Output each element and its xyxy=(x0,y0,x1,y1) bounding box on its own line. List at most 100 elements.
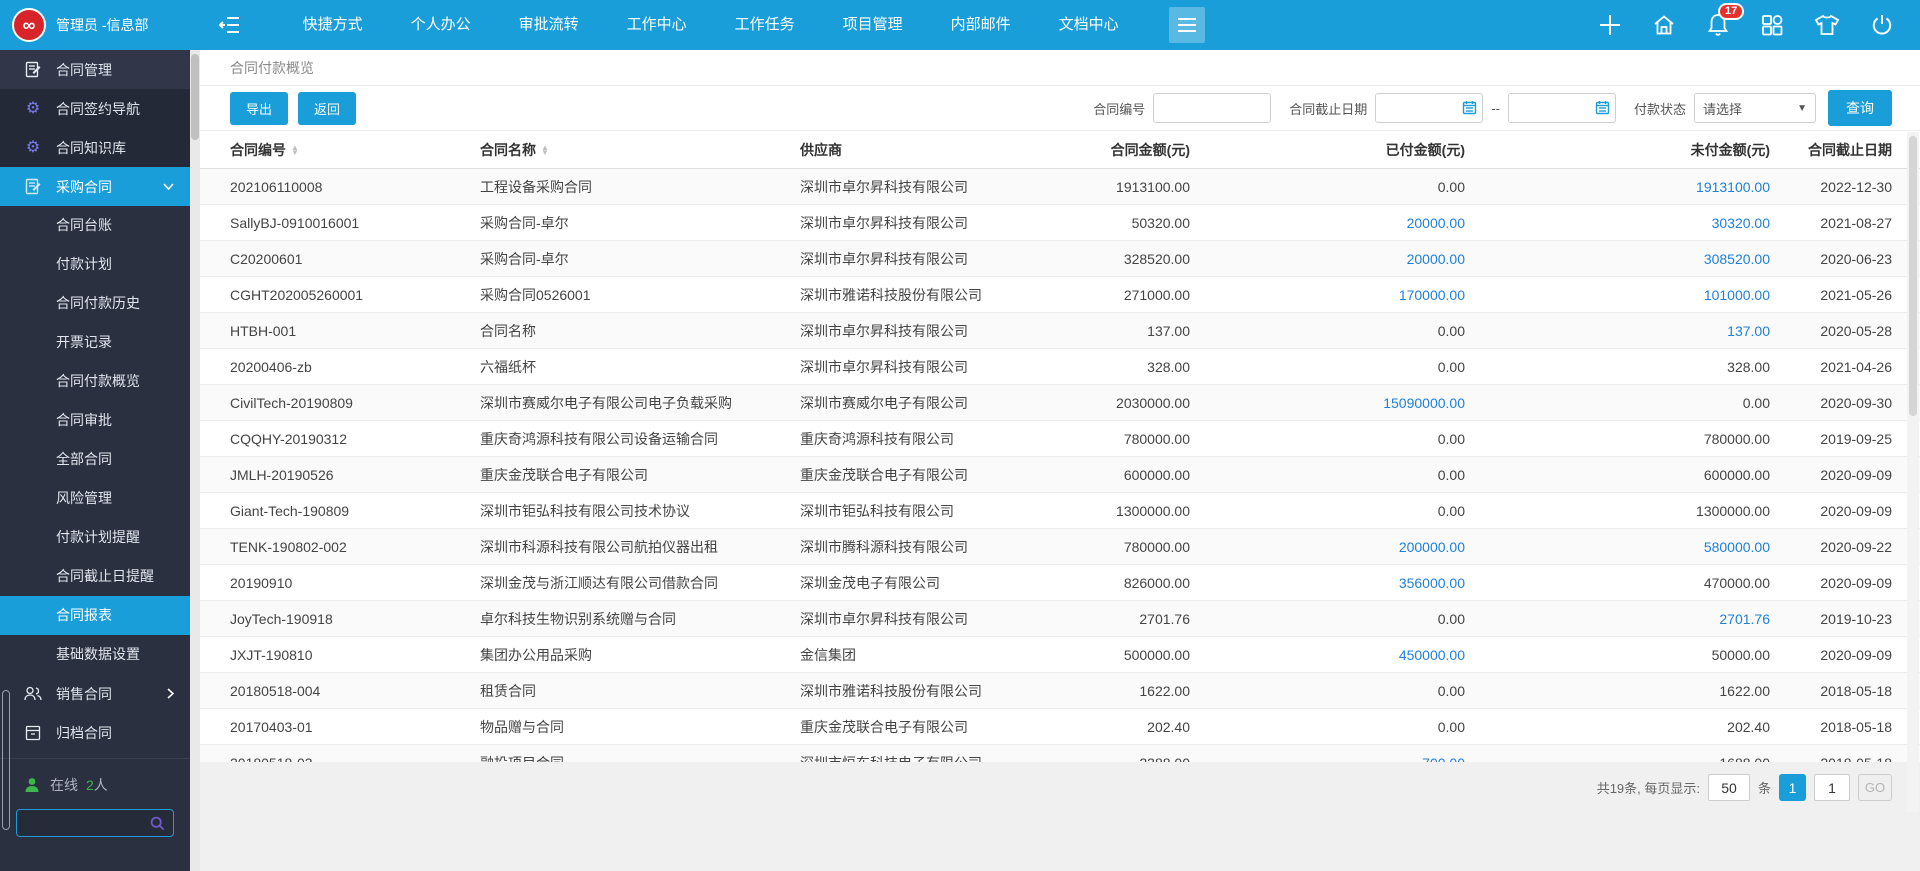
apps-grid-icon[interactable] xyxy=(1760,13,1784,37)
table-scrollbar[interactable] xyxy=(1907,132,1919,812)
submenu-item[interactable]: 开票记录 xyxy=(0,323,190,362)
submenu-item[interactable]: 基础数据设置 xyxy=(0,635,190,674)
sidebar-item-contract-management[interactable]: 合同管理 xyxy=(0,50,190,89)
cell-unpaid-amount[interactable]: 780000.00 xyxy=(1465,431,1770,447)
go-button[interactable]: GO xyxy=(1858,774,1892,801)
search-icon[interactable] xyxy=(150,816,165,831)
add-icon[interactable] xyxy=(1598,13,1622,37)
submenu-item[interactable]: 合同报表 xyxy=(0,596,190,635)
table-row[interactable]: 202106110008 工程设备采购合同 深圳市卓尔昇科技有限公司 19131… xyxy=(200,169,1920,205)
cell-paid-amount[interactable]: 0.00 xyxy=(1190,467,1465,483)
cell-unpaid-amount[interactable]: 470000.00 xyxy=(1465,575,1770,591)
scroll-thumb[interactable] xyxy=(1909,136,1917,416)
top-menu-item[interactable]: 工作任务 xyxy=(711,0,819,50)
cell-paid-amount[interactable]: 170000.00 xyxy=(1190,287,1465,303)
cell-unpaid-amount[interactable]: 308520.00 xyxy=(1465,251,1770,267)
table-row[interactable]: Giant-Tech-190809 深圳市钜弘科技有限公司技术协议 深圳市钜弘科… xyxy=(200,493,1920,529)
table-row[interactable]: C20200601 采购合同-卓尔 深圳市卓尔昇科技有限公司 328520.00… xyxy=(200,241,1920,277)
sort-icon[interactable]: ▲ ▼ xyxy=(291,143,299,156)
sidebar-item-purchase-contract[interactable]: 采购合同 xyxy=(0,167,190,206)
cell-paid-amount[interactable]: 450000.00 xyxy=(1190,647,1465,663)
table-row[interactable]: 20190910 深圳金茂与浙江顺达有限公司借款合同 深圳金茂电子有限公司 82… xyxy=(200,565,1920,601)
sidebar-collapse-icon[interactable] xyxy=(215,10,245,40)
page-size-input[interactable] xyxy=(1707,774,1750,801)
sidebar-item-contract-sign-nav[interactable]: ⚙ 合同签约导航 xyxy=(0,89,190,128)
cell-paid-amount[interactable]: 0.00 xyxy=(1190,359,1465,375)
submenu-item[interactable]: 风险管理 xyxy=(0,479,190,518)
export-button[interactable]: 导出 xyxy=(230,91,289,125)
cell-paid-amount[interactable]: 0.00 xyxy=(1190,719,1465,735)
cell-paid-amount[interactable]: 0.00 xyxy=(1190,683,1465,699)
top-menu-item[interactable]: 文档中心 xyxy=(1035,0,1143,50)
cell-unpaid-amount[interactable]: 2701.76 xyxy=(1465,611,1770,627)
table-row[interactable]: 20170403-01 物品赠与合同 重庆金茂联合电子有限公司 202.40 0… xyxy=(200,709,1920,745)
sidebar-item-sales-contract[interactable]: 销售合同 xyxy=(0,674,190,713)
col-contract-no[interactable]: 合同编号 ▲ ▼ xyxy=(230,140,480,160)
notifications-bell-icon[interactable]: 17 xyxy=(1706,3,1745,38)
submenu-item[interactable]: 付款计划 xyxy=(0,245,190,284)
back-button[interactable]: 返回 xyxy=(298,91,357,125)
submenu-item[interactable]: 付款计划提醒 xyxy=(0,518,190,557)
sidebar-scrollbar-thumb[interactable] xyxy=(2,690,10,830)
cell-paid-amount[interactable]: 0.00 xyxy=(1190,503,1465,519)
sidebar-scroll-strip[interactable] xyxy=(190,50,200,871)
cell-unpaid-amount[interactable]: 1300000.00 xyxy=(1465,503,1770,519)
table-row[interactable]: 20180518-004 租赁合同 深圳市雅诺科技股份有限公司 1622.00 … xyxy=(200,673,1920,709)
table-row[interactable]: JoyTech-190918 卓尔科技生物识别系统赠与合同 深圳市卓尔昇科技有限… xyxy=(200,601,1920,637)
top-menu-item[interactable]: 个人办公 xyxy=(387,0,495,50)
scroll-thumb[interactable] xyxy=(191,54,199,140)
sort-icon[interactable]: ▲ ▼ xyxy=(541,143,549,156)
table-row[interactable]: CQQHY-20190312 重庆奇鸿源科技有限公司设备运输合同 重庆奇鸿源科技… xyxy=(200,421,1920,457)
table-row[interactable]: CivilTech-20190809 深圳市赛威尔电子有限公司电子负载采购 深圳… xyxy=(200,385,1920,421)
cell-paid-amount[interactable]: 0.00 xyxy=(1190,179,1465,195)
cell-unpaid-amount[interactable]: 1622.00 xyxy=(1465,683,1770,699)
more-menus-button[interactable] xyxy=(1168,7,1205,43)
submenu-item[interactable]: 合同审批 xyxy=(0,401,190,440)
cell-unpaid-amount[interactable]: 1913100.00 xyxy=(1465,179,1770,195)
page-1-button[interactable]: 1 xyxy=(1779,774,1806,801)
cell-unpaid-amount[interactable]: 30320.00 xyxy=(1465,215,1770,231)
top-menu-item[interactable]: 审批流转 xyxy=(495,0,603,50)
calendar-icon[interactable] xyxy=(1462,100,1477,118)
table-row[interactable]: TENK-190802-002 深圳市科源科技有限公司航拍仪器出租 深圳市腾科源… xyxy=(200,529,1920,565)
cell-unpaid-amount[interactable]: 600000.00 xyxy=(1465,467,1770,483)
table-row[interactable]: 20200406-zb 六福纸杯 深圳市卓尔昇科技有限公司 328.00 0.0… xyxy=(200,349,1920,385)
logout-power-icon[interactable] xyxy=(1870,13,1894,37)
top-menu-item[interactable]: 内部邮件 xyxy=(927,0,1035,50)
goto-page-input[interactable] xyxy=(1814,774,1850,801)
theme-tshirt-icon[interactable] xyxy=(1814,13,1840,37)
top-menu-item[interactable]: 项目管理 xyxy=(819,0,927,50)
table-row[interactable]: CGHT202005260001 采购合同0526001 深圳市雅诺科技股份有限… xyxy=(200,277,1920,313)
calendar-icon[interactable] xyxy=(1595,100,1610,118)
sidebar-item-contract-knowledge[interactable]: ⚙ 合同知识库 xyxy=(0,128,190,167)
cell-paid-amount[interactable]: 700.00 xyxy=(1190,755,1465,763)
submenu-item[interactable]: 合同付款历史 xyxy=(0,284,190,323)
submenu-item[interactable]: 合同台账 xyxy=(0,206,190,245)
col-contract-name[interactable]: 合同名称 ▲ ▼ xyxy=(480,140,800,160)
cell-paid-amount[interactable]: 15090000.00 xyxy=(1190,395,1465,411)
table-row[interactable]: 20180518-03 融投项目合同 深圳市恒东科技电子有限公司 2388.00… xyxy=(200,745,1920,762)
cell-unpaid-amount[interactable]: 137.00 xyxy=(1465,323,1770,339)
table-row[interactable]: SallyBJ-0910016001 采购合同-卓尔 深圳市卓尔昇科技有限公司 … xyxy=(200,205,1920,241)
cell-paid-amount[interactable]: 200000.00 xyxy=(1190,539,1465,555)
app-logo-icon[interactable]: ∞ xyxy=(12,8,46,42)
table-row[interactable]: HTBH-001 合同名称 深圳市卓尔昇科技有限公司 137.00 0.00 1… xyxy=(200,313,1920,349)
sidebar-item-archive-contract[interactable]: 归档合同 xyxy=(0,713,190,752)
submenu-item[interactable]: 合同截止日提醒 xyxy=(0,557,190,596)
cell-paid-amount[interactable]: 0.00 xyxy=(1190,431,1465,447)
contract-no-input[interactable] xyxy=(1153,93,1272,123)
table-row[interactable]: JMLH-20190526 重庆金茂联合电子有限公司 重庆金茂联合电子有限公司 … xyxy=(200,457,1920,493)
cell-unpaid-amount[interactable]: 1688.00 xyxy=(1465,755,1770,763)
home-icon[interactable] xyxy=(1652,13,1676,37)
cell-paid-amount[interactable]: 0.00 xyxy=(1190,323,1465,339)
cell-unpaid-amount[interactable]: 0.00 xyxy=(1465,395,1770,411)
top-menu-item[interactable]: 工作中心 xyxy=(603,0,711,50)
cell-paid-amount[interactable]: 20000.00 xyxy=(1190,215,1465,231)
cell-paid-amount[interactable]: 356000.00 xyxy=(1190,575,1465,591)
cell-unpaid-amount[interactable]: 328.00 xyxy=(1465,359,1770,375)
cell-unpaid-amount[interactable]: 50000.00 xyxy=(1465,647,1770,663)
table-row[interactable]: JXJT-190810 集团办公用品采购 金信集团 500000.00 4500… xyxy=(200,637,1920,673)
cell-paid-amount[interactable]: 0.00 xyxy=(1190,611,1465,627)
cell-unpaid-amount[interactable]: 580000.00 xyxy=(1465,539,1770,555)
cell-paid-amount[interactable]: 20000.00 xyxy=(1190,251,1465,267)
